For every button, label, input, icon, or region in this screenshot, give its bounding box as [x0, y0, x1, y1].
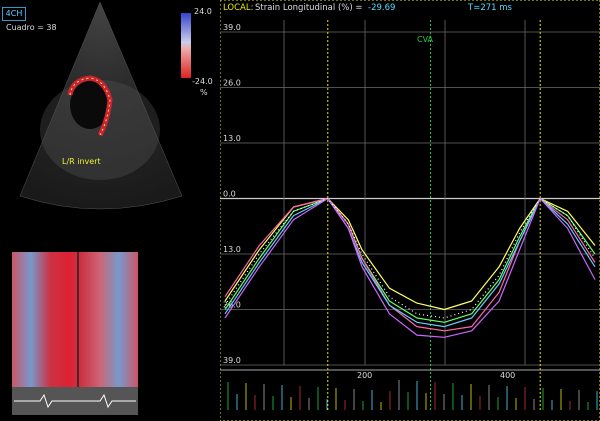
x-tick-label: 200	[357, 371, 372, 380]
color-scale-unit: %	[200, 88, 208, 97]
view-label: 4CH	[2, 7, 26, 21]
x-axis: 200 400	[220, 369, 600, 410]
echo-images-svg	[12, 1, 191, 415]
y-tick-label: 13.0	[223, 245, 241, 254]
strain-chart: 39.026.013.00.013.026.039.0 200 400	[220, 0, 600, 421]
echo-image-pane: 4CH Cuadro = 38 24.0 -24.0 % L/R invert	[0, 0, 220, 421]
overlay-label: L/R invert	[62, 157, 101, 166]
strain-series-line	[224, 197, 596, 319]
strain-curves	[224, 197, 596, 338]
strain-series-line	[224, 197, 596, 328]
marker-label: CVA	[417, 35, 434, 44]
y-tick-label: 26.0	[223, 79, 241, 88]
chart-border	[220, 0, 600, 421]
strain-series-line	[224, 197, 596, 338]
y-tick-label: 39.0	[223, 23, 241, 32]
x-tick-label: 400	[500, 371, 515, 380]
y-tick-label: 0.0	[223, 190, 236, 199]
y-tick-label: 13.0	[223, 134, 241, 143]
color-scale-bottom: -24.0	[192, 77, 213, 86]
color-scale-bar	[181, 13, 191, 78]
color-scale-top: 24.0	[194, 7, 212, 16]
strain-series-line	[224, 197, 596, 332]
strain-map-strip	[12, 252, 138, 387]
strain-series-line	[224, 197, 596, 323]
event-markers	[327, 20, 541, 410]
y-tick-label: 39.0	[223, 356, 241, 365]
strain-graph-pane: LOCAL: Strain Longitudinal (%) = -29.69 …	[220, 0, 600, 421]
frame-label: Cuadro = 38	[6, 23, 57, 32]
